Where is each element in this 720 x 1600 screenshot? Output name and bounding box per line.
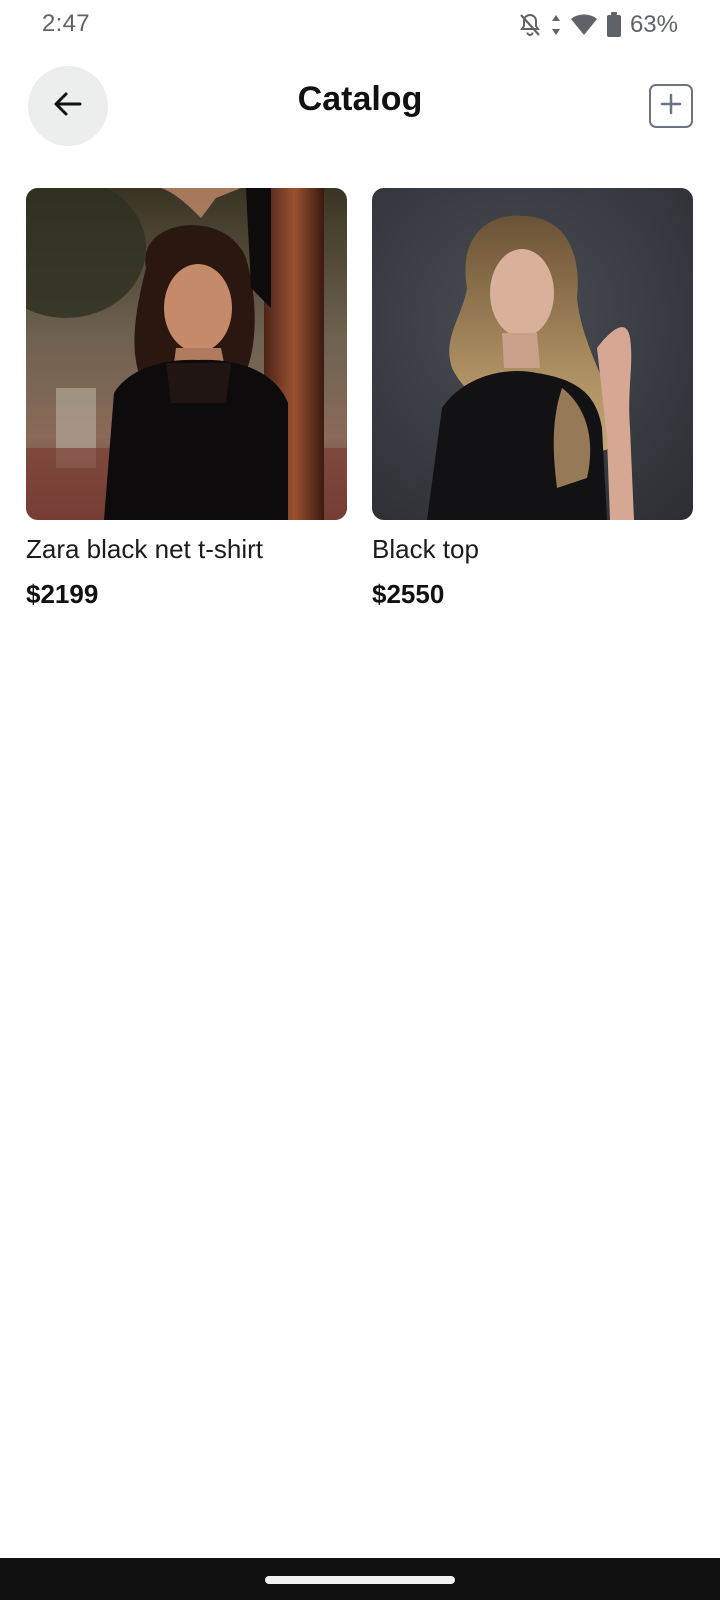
page-title: Catalog (297, 80, 423, 118)
back-button[interactable] (28, 66, 108, 146)
arrow-left-icon (53, 91, 83, 122)
product-card[interactable]: Black top $2550 (372, 188, 693, 610)
product-image (26, 188, 347, 520)
battery-percent: 63% (629, 11, 678, 38)
wifi-icon (570, 13, 598, 37)
product-name: Zara black net t-shirt (26, 534, 263, 564)
battery-icon (606, 12, 622, 38)
status-time: 2:47 (42, 10, 90, 37)
status-icons: 63% (518, 10, 678, 40)
plus-icon (659, 92, 683, 121)
product-price: $2199 (26, 579, 99, 609)
home-gesture-handle[interactable] (265, 1576, 455, 1584)
status-bar: 2:47 63% (0, 0, 720, 50)
product-image (372, 188, 693, 520)
add-product-button[interactable] (649, 84, 693, 128)
product-card[interactable]: Zara black net t-shirt $2199 (26, 188, 347, 610)
product-price: $2550 (372, 579, 445, 609)
product-name: Black top (372, 534, 479, 564)
navigation-bar (0, 1558, 720, 1600)
data-arrows-icon (550, 13, 562, 37)
bell-off-icon (518, 12, 542, 38)
